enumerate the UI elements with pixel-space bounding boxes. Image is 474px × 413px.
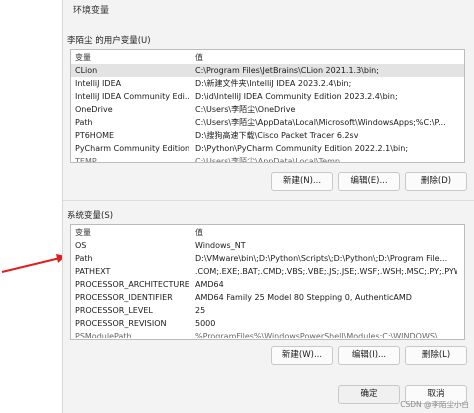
system-edit-button[interactable]: 编辑(I)...: [338, 346, 400, 365]
var-value: 5000: [195, 319, 216, 328]
var-name: PSModulePath: [75, 332, 132, 338]
table-row[interactable]: CLion C:\Program Files\JetBrains\CLion 20…: [71, 64, 464, 77]
table-row[interactable]: TEMP C:\Users\李陌尘\AppData\Local\Temp: [71, 155, 464, 163]
var-name: OneDrive: [75, 105, 113, 114]
var-name: IntelliJ IDEA Community Edi...: [75, 92, 189, 101]
list-header: 变量 值: [71, 50, 464, 64]
var-value: D:\新建文件夹\IntelliJ IDEA 2023.2.4\bin;: [195, 79, 352, 88]
table-row[interactable]: IntelliJ IDEA Community Edi... D:\id\Inte…: [71, 90, 464, 103]
ok-button[interactable]: 确定: [338, 385, 400, 404]
window-title: 环境变量: [73, 6, 110, 16]
var-value: .COM;.EXE;.BAT;.CMD;.VBS;.VBE;.JS;.JSE;.…: [195, 267, 457, 276]
table-row[interactable]: Path D:\VMware\bin\;D:\Python\Scripts\;D:…: [71, 252, 464, 265]
var-name: PT6HOME: [75, 131, 115, 140]
header-name[interactable]: 变量: [75, 52, 189, 63]
system-new-button[interactable]: 新建(W)...: [271, 346, 333, 365]
table-row[interactable]: OS Windows_NT: [71, 239, 464, 252]
var-name: PROCESSOR_IDENTIFIER: [75, 293, 173, 302]
var-value: %ProgramFiles%\WindowsPowerShell\Modules…: [195, 332, 446, 338]
environment-variables-dialog: 环境变量 李陌尘 的用户变量(U) 变量 值 CLion C:\Program F…: [62, 0, 474, 413]
table-row[interactable]: IntelliJ IDEA D:\新建文件夹\IntelliJ IDEA 2023…: [71, 77, 464, 90]
table-row[interactable]: PSModulePath %ProgramFiles%\WindowsPowerS…: [71, 330, 464, 338]
var-value: D:\id\IntelliJ IDEA Community Edition 20…: [195, 92, 398, 101]
var-value: C:\Users\李陌尘\OneDrive: [195, 105, 296, 114]
var-name: PATHEXT: [75, 267, 111, 276]
table-row[interactable]: OneDrive C:\Users\李陌尘\OneDrive: [71, 103, 464, 116]
table-row[interactable]: Path C:\Users\李陌尘\AppData\Local\Microsoft…: [71, 116, 464, 129]
user-edit-button[interactable]: 编辑(E)...: [338, 172, 400, 191]
var-name: OS: [75, 241, 87, 250]
var-name: IntelliJ IDEA: [75, 79, 122, 88]
user-new-button[interactable]: 新建(N)...: [271, 172, 333, 191]
var-name: Path: [75, 118, 93, 127]
system-delete-button[interactable]: 删除(L): [405, 346, 467, 365]
table-row[interactable]: PyCharm Community Edition D:\Python\PyCha…: [71, 142, 464, 155]
var-value: C:\Users\李陌尘\AppData\Local\Temp: [195, 157, 340, 163]
var-name: CLion: [75, 66, 98, 75]
var-name: PROCESSOR_ARCHITECTURE: [75, 280, 189, 289]
background-area: [0, 0, 62, 413]
var-name: PROCESSOR_REVISION: [75, 319, 167, 328]
var-name: PROCESSOR_LEVEL: [75, 306, 153, 315]
header-value[interactable]: 值: [195, 52, 457, 63]
var-value: Windows_NT: [195, 241, 246, 250]
watermark-text: CSDN @李陌尘小白: [400, 400, 469, 409]
table-row[interactable]: PATHEXT .COM;.EXE;.BAT;.CMD;.VBS;.VBE;.JS…: [71, 265, 464, 278]
table-row[interactable]: PT6HOME D:\搜狗高速下载\Cisco Packet Tracer 6.2…: [71, 129, 464, 142]
red-arrow-annotation: [1, 254, 66, 273]
var-name: TEMP: [75, 157, 97, 163]
var-value: D:\搜狗高速下载\Cisco Packet Tracer 6.2sv: [195, 131, 359, 140]
var-value: D:\VMware\bin\;D:\Python\Scripts\;D:\Pyt…: [195, 254, 448, 263]
section-divider: [63, 200, 474, 201]
user-variables-label: 李陌尘 的用户变量(U): [67, 36, 151, 46]
var-value: C:\Program Files\JetBrains\CLion 2021.1.…: [195, 66, 379, 75]
var-value: D:\Python\PyCharm Community Edition 2022…: [195, 144, 409, 153]
var-name: Path: [75, 254, 93, 263]
table-row[interactable]: PROCESSOR_REVISION 5000: [71, 317, 464, 330]
title-bar: 环境变量: [63, 0, 474, 18]
header-name[interactable]: 变量: [75, 227, 189, 238]
var-value: AMD64 Family 25 Model 80 Stepping 0, Aut…: [195, 293, 412, 302]
table-row[interactable]: PROCESSOR_LEVEL 25: [71, 304, 464, 317]
system-variables-label: 系统变量(S): [67, 211, 114, 221]
var-value: 25: [195, 306, 206, 315]
user-delete-button[interactable]: 删除(D): [405, 172, 467, 191]
table-row[interactable]: PROCESSOR_ARCHITECTURE AMD64: [71, 278, 464, 291]
list-header: 变量 值: [71, 225, 464, 239]
var-name: PyCharm Community Edition: [75, 144, 189, 153]
table-row[interactable]: PROCESSOR_IDENTIFIER AMD64 Family 25 Mode…: [71, 291, 464, 304]
var-value: C:\Users\李陌尘\AppData\Local\Microsoft\Win…: [195, 118, 446, 127]
user-variables-list[interactable]: 变量 值 CLion C:\Program Files\JetBrains\CLi…: [70, 49, 465, 163]
system-variables-list[interactable]: 变量 值 OS Windows_NT Path D:\VMware\bin\;D:\…: [70, 224, 465, 340]
var-value: AMD64: [195, 280, 224, 289]
header-value[interactable]: 值: [195, 227, 457, 238]
